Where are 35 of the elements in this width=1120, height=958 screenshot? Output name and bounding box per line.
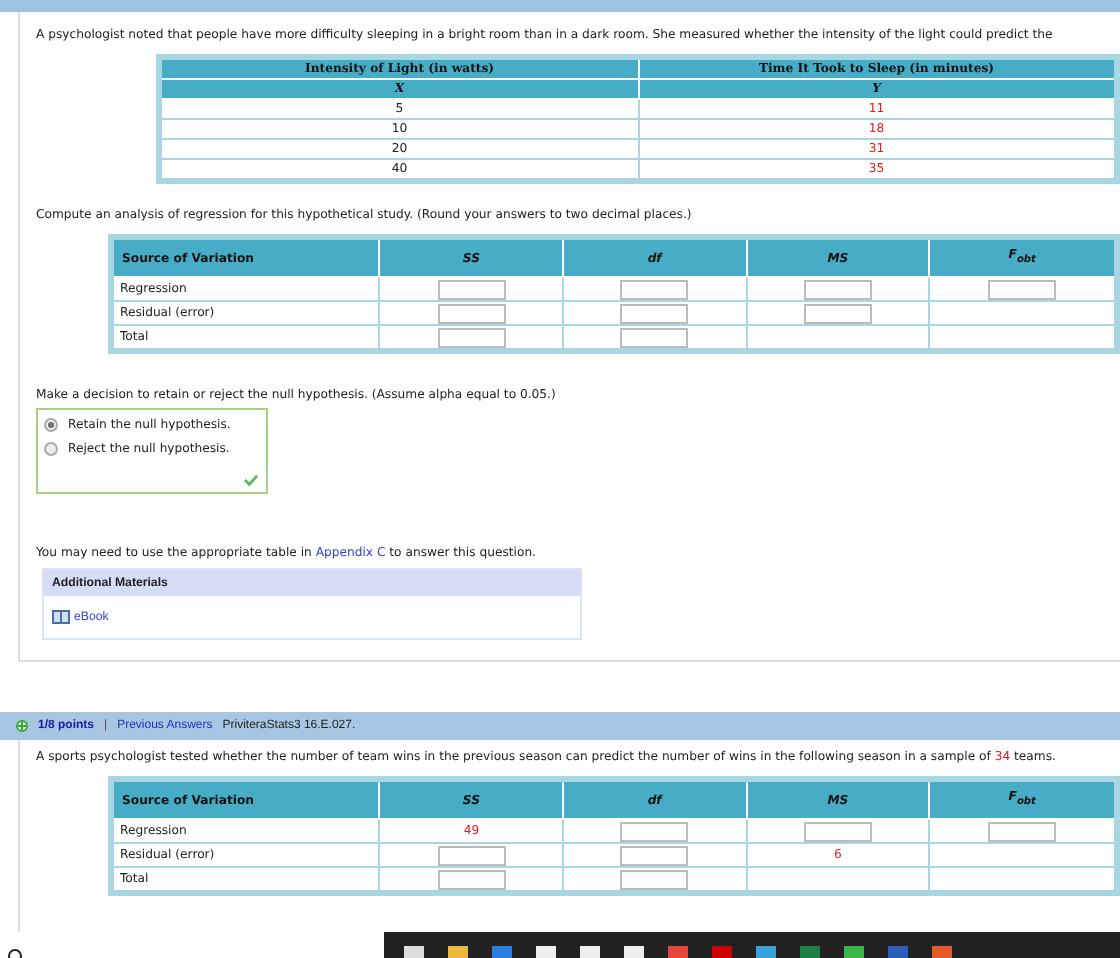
check-icon	[244, 474, 258, 486]
app-icon[interactable]	[800, 946, 820, 958]
answer-field[interactable]	[620, 845, 689, 865]
app-icon[interactable]	[712, 946, 732, 958]
answer-field[interactable]	[437, 327, 506, 347]
answer-field[interactable]	[803, 821, 872, 841]
answer-field[interactable]	[437, 279, 506, 299]
radio-button[interactable]	[44, 442, 58, 456]
search-icon[interactable]	[8, 948, 22, 958]
app-icon[interactable]	[932, 946, 952, 958]
book-icon	[52, 610, 70, 624]
answer-field[interactable]	[803, 303, 872, 323]
answer-field[interactable]	[620, 869, 689, 889]
app-icon[interactable]	[580, 946, 600, 958]
answer-field[interactable]	[437, 845, 506, 865]
app-icon[interactable]	[404, 946, 424, 958]
answer-field[interactable]	[988, 821, 1057, 841]
answer-field[interactable]	[988, 279, 1057, 299]
answer-field[interactable]	[803, 279, 872, 299]
app-icon[interactable]	[756, 946, 776, 958]
app-icon[interactable]	[844, 946, 864, 958]
answer-field[interactable]	[437, 869, 506, 889]
app-icon[interactable]	[448, 946, 468, 958]
radio-button[interactable]	[44, 418, 58, 432]
answer-field[interactable]	[620, 327, 689, 347]
app-icon[interactable]	[492, 946, 512, 958]
answer-field[interactable]	[620, 303, 689, 323]
app-icon[interactable]	[624, 946, 644, 958]
answer-field[interactable]	[437, 303, 506, 323]
answer-field[interactable]	[620, 279, 689, 299]
app-icon[interactable]	[888, 946, 908, 958]
app-icon[interactable]	[536, 946, 556, 958]
answer-field[interactable]	[620, 821, 689, 841]
plus-icon	[16, 720, 28, 732]
app-icon[interactable]	[668, 946, 688, 958]
